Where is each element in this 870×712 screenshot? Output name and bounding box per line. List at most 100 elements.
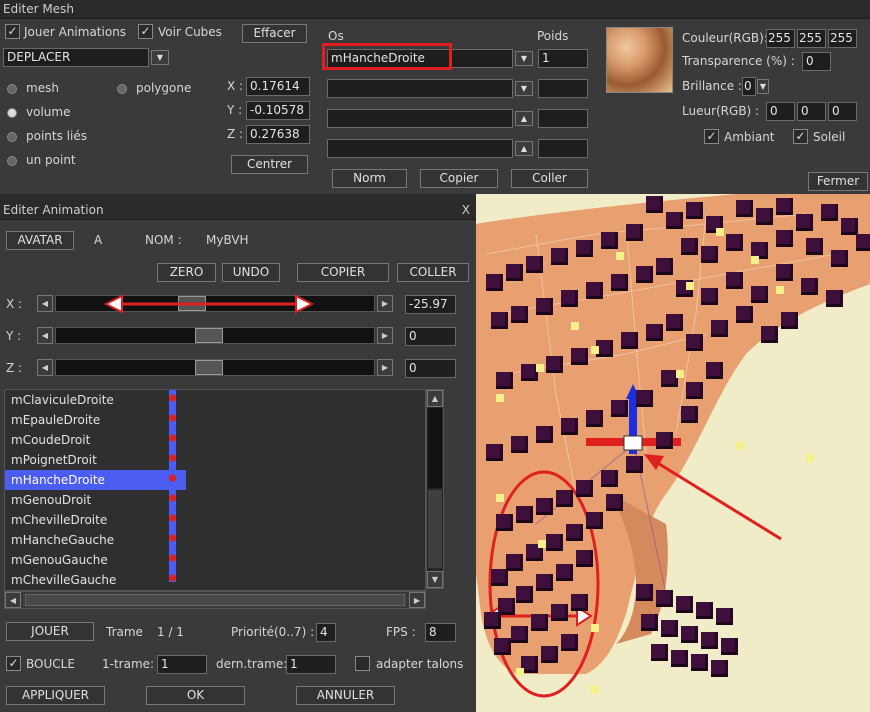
vertex-cube[interactable] <box>701 288 718 305</box>
copier-button[interactable]: Copier <box>420 169 498 188</box>
avatar-button[interactable]: AVATAR <box>6 231 74 250</box>
bone-list-item[interactable]: mCoudeDroit <box>11 430 90 450</box>
vertex-cube[interactable] <box>536 498 553 515</box>
vertex-cube[interactable] <box>491 312 508 329</box>
mode-select[interactable]: DEPLACER <box>3 48 149 67</box>
poids-input[interactable]: 1 <box>538 49 588 68</box>
brillance-select[interactable]: 0 <box>742 77 756 96</box>
y-slider-left-icon[interactable]: ◀ <box>37 327 53 344</box>
viewport-3d[interactable] <box>476 194 870 712</box>
vertex-cube[interactable] <box>651 644 668 661</box>
vertex-cube[interactable] <box>586 410 603 427</box>
y-slider[interactable] <box>55 327 375 344</box>
vertex-cube[interactable] <box>701 632 718 649</box>
vertex-cube[interactable] <box>626 224 643 241</box>
vertex-point[interactable] <box>538 540 546 548</box>
vertex-cube[interactable] <box>586 282 603 299</box>
vscroll-down-icon[interactable]: ▼ <box>427 571 443 588</box>
jouer-button[interactable]: JOUER <box>6 622 94 641</box>
appliquer-button[interactable]: APPLIQUER <box>6 686 105 705</box>
bone-list-hscroll[interactable]: ◀ ▶ <box>4 591 426 609</box>
vertex-point[interactable] <box>496 394 504 402</box>
radio-un-point[interactable] <box>7 156 17 166</box>
vertex-cube[interactable] <box>516 506 533 523</box>
vertex-cube[interactable] <box>676 596 693 613</box>
vertex-cube[interactable] <box>701 246 718 263</box>
vertex-cube[interactable] <box>776 230 793 247</box>
vertex-cube[interactable] <box>506 554 523 571</box>
vertex-cube[interactable] <box>606 494 623 511</box>
vertex-cube[interactable] <box>546 356 563 373</box>
vertex-cube[interactable] <box>494 638 511 655</box>
vertex-cube[interactable] <box>601 232 618 249</box>
bone-list-vscroll[interactable]: ▲ ▼ <box>426 389 444 589</box>
anim-z-input[interactable]: 0 <box>405 359 456 378</box>
coller-anim-button[interactable]: COLLER <box>397 263 469 282</box>
vertex-cube[interactable] <box>586 512 603 529</box>
vertex-cube[interactable] <box>801 278 818 295</box>
vertex-cube[interactable] <box>526 256 543 273</box>
annuler-button[interactable]: ANNULER <box>296 686 395 705</box>
vertex-cube[interactable] <box>726 234 743 251</box>
vertex-cube[interactable] <box>571 594 588 611</box>
vertex-point[interactable] <box>806 454 814 462</box>
vertex-cube[interactable] <box>686 382 703 399</box>
vertex-cube[interactable] <box>636 266 653 283</box>
vertex-cube[interactable] <box>721 638 738 655</box>
adapter-talons-checkbox[interactable] <box>355 656 370 671</box>
vertex-cube[interactable] <box>626 456 643 473</box>
vertex-cube[interactable] <box>621 332 638 349</box>
radio-mesh[interactable] <box>7 84 17 94</box>
bone-list-item[interactable]: mChevilleDroite <box>11 510 107 530</box>
vertex-point[interactable] <box>591 624 599 632</box>
soleil-checkbox[interactable]: ✓ <box>793 129 808 144</box>
vertex-cube[interactable] <box>561 290 578 307</box>
fermer-button[interactable]: Fermer <box>808 172 868 191</box>
vertex-cube[interactable] <box>691 654 708 671</box>
z-slider-right-icon[interactable]: ▶ <box>377 359 393 376</box>
close-icon[interactable]: X <box>462 201 470 219</box>
bone-list-item[interactable]: mClaviculeDroite <box>11 390 114 410</box>
bone-list-item-selected[interactable]: mHancheDroite <box>5 470 186 490</box>
vertex-cube[interactable] <box>681 626 698 643</box>
vertex-cube[interactable] <box>511 306 528 323</box>
mesh-y-input[interactable]: -0.10578 <box>246 101 310 120</box>
vertex-cube[interactable] <box>566 524 583 541</box>
couleur-b-input[interactable]: 255 <box>828 29 857 48</box>
y-slider-thumb[interactable] <box>195 328 223 343</box>
vertex-cube[interactable] <box>776 198 793 215</box>
vertex-cube[interactable] <box>491 569 508 586</box>
vertex-cube[interactable] <box>696 602 713 619</box>
mesh-z-input[interactable]: 0.27638 <box>246 125 310 144</box>
vertex-cube[interactable] <box>666 314 683 331</box>
bone-list-item[interactable]: mChevilleGauche <box>11 570 116 590</box>
vertex-point[interactable] <box>496 494 504 502</box>
vertex-cube[interactable] <box>761 326 778 343</box>
vertex-cube[interactable] <box>796 214 813 231</box>
hscroll-thumb[interactable] <box>25 594 405 606</box>
vertex-cube[interactable] <box>536 426 553 443</box>
couleur-g-input[interactable]: 255 <box>797 29 826 48</box>
couleur-r-input[interactable]: 255 <box>766 29 795 48</box>
vertex-cube[interactable] <box>736 306 753 323</box>
vertex-cube[interactable] <box>781 312 798 329</box>
vertex-point[interactable] <box>716 228 724 236</box>
z-slider[interactable] <box>55 359 375 376</box>
lueur-b-input[interactable]: 0 <box>828 102 857 121</box>
bone-list-item[interactable]: mGenouGauche <box>11 550 108 570</box>
vertex-cube[interactable] <box>656 258 673 275</box>
bone-list-item[interactable]: mPoignetDroit <box>11 450 97 470</box>
vertex-cube[interactable] <box>536 574 553 591</box>
vertex-cube[interactable] <box>821 204 838 221</box>
vertex-point[interactable] <box>616 252 624 260</box>
zero-button[interactable]: ZERO <box>157 263 216 282</box>
vertex-cube[interactable] <box>711 320 728 337</box>
vertex-cube[interactable] <box>561 418 578 435</box>
os-select-3[interactable] <box>327 109 513 128</box>
z-slider-left-icon[interactable]: ◀ <box>37 359 53 376</box>
vertex-cube[interactable] <box>561 634 578 651</box>
ambiant-checkbox[interactable]: ✓ <box>704 129 719 144</box>
vertex-cube[interactable] <box>576 550 593 567</box>
x-slider-right-icon[interactable]: ▶ <box>377 295 393 312</box>
bone-list-item[interactable]: mEpauleDroite <box>11 410 100 430</box>
